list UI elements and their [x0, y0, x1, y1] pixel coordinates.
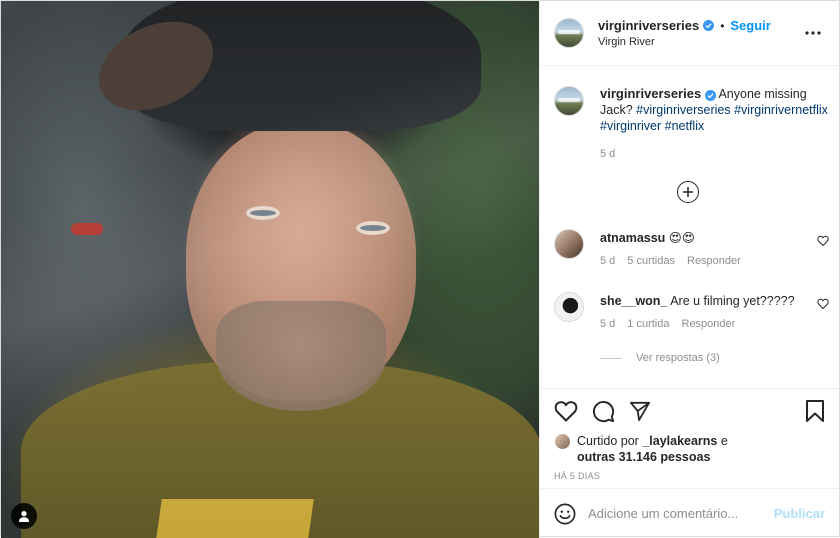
user-tag-button[interactable] — [11, 503, 37, 529]
reply-button[interactable]: Responder — [682, 318, 736, 330]
author-avatar[interactable] — [554, 18, 584, 48]
caption-username[interactable]: virginriverseries — [600, 86, 701, 101]
hashtag[interactable]: #virginriverseries — [636, 103, 730, 117]
comment-text: Are u filming yet????? — [670, 294, 795, 308]
comment-text: 😍😍 — [668, 231, 695, 245]
separator-dot: • — [720, 18, 725, 33]
likes-text: Curtido por _laylakearns e outras 31.146… — [577, 433, 728, 465]
comment-likes[interactable]: 5 curtidas — [627, 255, 675, 267]
follow-button[interactable]: Seguir — [730, 18, 770, 33]
user-tag-icon — [19, 511, 29, 522]
action-row — [554, 389, 825, 433]
hashtag[interactable]: #virginriver — [600, 119, 661, 133]
view-replies-label: Ver respostas (3) — [636, 352, 720, 364]
replies-divider — [600, 357, 622, 359]
verified-badge-icon — [703, 20, 715, 31]
comment-input[interactable] — [588, 506, 774, 521]
post-photo[interactable] — [1, 1, 539, 538]
heart-icon[interactable] — [554, 400, 578, 422]
caption-body: virginriverseries Anyone missing Jack? #… — [600, 86, 829, 162]
view-replies-button[interactable]: Ver respostas (3) — [600, 352, 720, 364]
caption-meta: 5 d — [600, 146, 829, 162]
post-timestamp[interactable]: HÁ 5 DIAS — [554, 471, 825, 481]
comment-like-heart-icon[interactable] — [817, 298, 829, 312]
comment-like-heart-icon[interactable] — [817, 235, 829, 249]
likes-others-button[interactable]: outras 31.146 pessoas — [577, 450, 710, 464]
caption-text-block: virginriverseries Anyone missing Jack? #… — [600, 86, 829, 134]
reply-button[interactable]: Responder — [687, 255, 741, 267]
post-caption: virginriverseries Anyone missing Jack? #… — [554, 86, 829, 162]
commenter-avatar[interactable] — [554, 292, 584, 322]
instagram-post: virginriverseries • Seguir Virgin River — [0, 0, 840, 538]
header-line: virginriverseries • Seguir — [598, 18, 801, 33]
commenter-username[interactable]: atnamassu — [600, 231, 665, 245]
comment-meta: 5 d 5 curtidas Responder — [600, 255, 829, 267]
hashtag[interactable]: #virginrivernetflix — [734, 103, 828, 117]
comment-line: atnamassu 😍😍 — [600, 229, 829, 247]
caption-avatar[interactable] — [554, 86, 584, 116]
likes-prefix: Curtido por — [577, 434, 639, 448]
comment-age[interactable]: 5 d — [600, 318, 615, 330]
liker-username[interactable]: _laylakearns — [642, 434, 717, 448]
commenter-username[interactable]: she__won_ — [600, 294, 667, 308]
photo-glare — [1, 1, 539, 538]
post-side-panel: virginriverseries • Seguir Virgin River — [539, 1, 839, 538]
comment-line: she__won_ Are u filming yet????? — [600, 292, 829, 310]
post-actions: Curtido por _laylakearns e outras 31.146… — [540, 388, 839, 488]
comment-body: atnamassu 😍😍 5 d 5 curtidas Responder — [600, 229, 829, 267]
liker-avatar[interactable] — [554, 433, 571, 450]
plus-circle-icon — [683, 187, 693, 197]
add-comment-bar: Publicar — [540, 488, 839, 538]
comment-age[interactable]: 5 d — [600, 255, 615, 267]
post-header: virginriverseries • Seguir Virgin River — [540, 1, 839, 66]
smiley-icon[interactable] — [554, 503, 576, 525]
hashtag[interactable]: #netflix — [665, 119, 705, 133]
author-username[interactable]: virginriverseries — [598, 18, 699, 33]
comment-item: she__won_ Are u filming yet????? 5 d 1 c… — [554, 292, 829, 330]
comment-likes[interactable]: 1 curtida — [627, 318, 669, 330]
comment-bubble-icon[interactable] — [592, 400, 615, 423]
commenter-avatar[interactable] — [554, 229, 584, 259]
likes-joiner: e — [720, 434, 728, 448]
more-options-icon[interactable] — [801, 21, 825, 45]
likes-summary: Curtido por _laylakearns e outras 31.146… — [554, 433, 825, 465]
comment-meta: 5 d 1 curtida Responder — [600, 318, 829, 330]
bookmark-icon[interactable] — [805, 400, 825, 422]
comments-section: virginriverseries Anyone missing Jack? #… — [540, 66, 839, 388]
comment-body: she__won_ Are u filming yet????? 5 d 1 c… — [600, 292, 829, 330]
load-more-comments-button[interactable] — [677, 181, 699, 203]
comment-item: atnamassu 😍😍 5 d 5 curtidas Responder — [554, 229, 829, 267]
header-text: virginriverseries • Seguir Virgin River — [598, 18, 801, 48]
verified-badge-icon — [704, 90, 716, 101]
paper-plane-icon[interactable] — [629, 401, 651, 421]
publish-button[interactable]: Publicar — [774, 506, 825, 521]
caption-age[interactable]: 5 d — [600, 146, 615, 162]
post-location[interactable]: Virgin River — [598, 36, 801, 48]
